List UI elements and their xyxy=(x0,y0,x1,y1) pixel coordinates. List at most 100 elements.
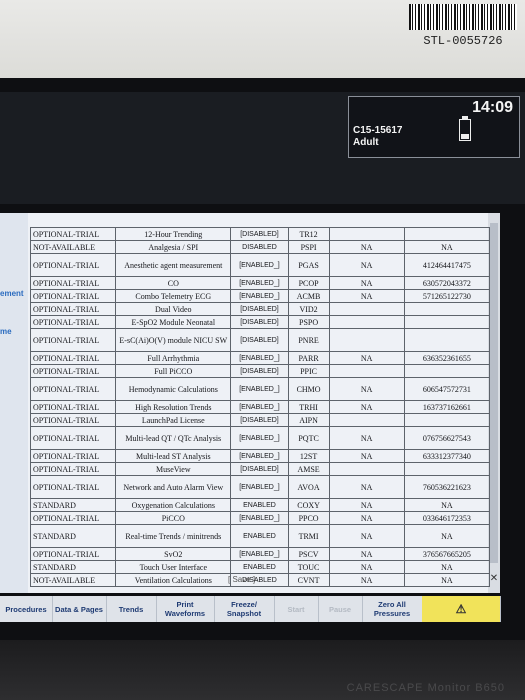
table-row: OPTIONAL-TRIAL CO [ENABLED_] PCOP NA 63057204… xyxy=(29,276,491,290)
patient-info-box[interactable]: C15-15617 Adult 14:09 xyxy=(348,96,520,158)
option-name-cell: Analgesia / SPI xyxy=(115,240,232,254)
option-status-cell[interactable]: ENABLED xyxy=(230,498,289,512)
toolbar-button-trends[interactable]: Trends xyxy=(106,596,157,622)
option-key-cell xyxy=(403,413,491,427)
option-key-cell: 571265122730 xyxy=(403,289,491,303)
option-status-cell[interactable]: ENABLED xyxy=(230,560,289,574)
option-type-cell: OPTIONAL-TRIAL xyxy=(29,426,117,450)
option-status-cell[interactable]: DISABLED xyxy=(230,240,289,254)
option-type-cell: OPTIONAL-TRIAL xyxy=(29,475,117,499)
option-code-cell: PSPI xyxy=(287,240,330,254)
toolbar-button-print-waveforms[interactable]: Print Waveforms xyxy=(156,596,215,622)
table-row: NOT-AVAILABLE Analgesia / SPI DISABLED PSPI… xyxy=(29,240,491,254)
option-code-cell: PNRE xyxy=(287,328,330,352)
toolbar-button-procedures[interactable]: Procedures xyxy=(0,596,53,622)
option-name-cell: Multi-lead QT / QTc Analysis xyxy=(115,426,232,450)
option-expiry-cell xyxy=(328,364,405,378)
option-status-cell[interactable]: [DISABLED] xyxy=(230,413,289,427)
option-name-cell: High Resolution Trends xyxy=(115,400,232,414)
barcode-icon xyxy=(409,4,517,30)
option-expiry-cell: NA xyxy=(328,426,405,450)
left-menu-pane: ement me xyxy=(0,213,28,593)
option-code-cell: 12ST xyxy=(287,449,330,463)
option-name-cell: CO xyxy=(115,276,232,290)
option-code-cell: TRHI xyxy=(287,400,330,414)
option-status-cell[interactable]: [DISABLED] xyxy=(230,462,289,476)
option-type-cell: STANDARD xyxy=(29,560,117,574)
option-status-cell[interactable]: [ENABLED_] xyxy=(230,547,289,561)
option-key-cell: 630572043372 xyxy=(403,276,491,290)
option-status-cell[interactable]: [ENABLED_] xyxy=(230,426,289,450)
table-row: OPTIONAL-TRIAL Anesthetic agent measureme… xyxy=(29,253,491,277)
option-status-cell[interactable]: [ENABLED_] xyxy=(230,511,289,525)
option-status-cell[interactable]: [ENABLED_] xyxy=(230,289,289,303)
option-type-cell: OPTIONAL-TRIAL xyxy=(29,449,117,463)
option-code-cell: CVNT xyxy=(287,573,330,587)
option-expiry-cell: NA xyxy=(328,240,405,254)
option-key-cell xyxy=(403,302,491,316)
option-type-cell: OPTIONAL-TRIAL xyxy=(29,511,117,525)
option-type-cell: OPTIONAL-TRIAL xyxy=(29,351,117,365)
patient-type: Adult xyxy=(353,137,379,148)
option-expiry-cell: NA xyxy=(328,377,405,401)
option-status-cell[interactable]: [ENABLED_] xyxy=(230,475,289,499)
option-code-cell: VID2 xyxy=(287,302,330,316)
table-row: STANDARD Real-time Trends / minitrends ENA… xyxy=(29,524,491,548)
option-code-cell: CHMO xyxy=(287,377,330,401)
option-name-cell: Touch User Interface xyxy=(115,560,232,574)
option-status-cell[interactable]: [DISABLED] xyxy=(230,302,289,316)
option-type-cell: OPTIONAL-TRIAL xyxy=(29,462,117,476)
option-code-cell: TOUC xyxy=(287,560,330,574)
option-status-cell[interactable]: [ENABLED_] xyxy=(230,351,289,365)
save-button[interactable]: [ Save ] xyxy=(228,575,255,584)
option-key-cell: NA xyxy=(403,240,491,254)
toolbar-button-data-pages[interactable]: Data & Pages xyxy=(52,596,107,622)
option-code-cell: PARR xyxy=(287,351,330,365)
option-type-cell: OPTIONAL-TRIAL xyxy=(29,328,117,352)
toolbar-button-pause[interactable]: Pause xyxy=(318,596,363,622)
option-status-cell[interactable]: [ENABLED_] xyxy=(230,400,289,414)
option-expiry-cell xyxy=(328,315,405,329)
option-name-cell: Hemodynamic Calculations xyxy=(115,377,232,401)
option-status-cell[interactable]: [DISABLED] xyxy=(230,328,289,352)
option-key-cell: NA xyxy=(403,524,491,548)
option-key-cell: 033646172353 xyxy=(403,511,491,525)
toolbar-button-freeze-snapshot[interactable]: Freeze/ Snapshot xyxy=(214,596,275,622)
table-row: OPTIONAL-TRIAL MuseView [DISABLED] AMSE xyxy=(29,462,491,476)
option-status-cell[interactable]: [DISABLED] xyxy=(230,315,289,329)
table-row: OPTIONAL-TRIAL PiCCO [ENABLED_] PPCO NA 03364… xyxy=(29,511,491,525)
option-key-cell: 076756627543 xyxy=(403,426,491,450)
bed-id: C15-15617 xyxy=(353,125,403,136)
option-type-cell: OPTIONAL-TRIAL xyxy=(29,413,117,427)
table-row: OPTIONAL-TRIAL E-SpO2 Module Neonatal [DIS… xyxy=(29,315,491,329)
option-expiry-cell: NA xyxy=(328,276,405,290)
option-expiry-cell: NA xyxy=(328,547,405,561)
option-status-cell[interactable]: [ENABLED_] xyxy=(230,253,289,277)
option-status-cell[interactable]: [DISABLED] xyxy=(230,227,289,241)
table-row: OPTIONAL-TRIAL Multi-lead ST Analysis [ENA… xyxy=(29,449,491,463)
option-status-cell[interactable]: ENABLED xyxy=(230,524,289,548)
option-type-cell: OPTIONAL-TRIAL xyxy=(29,400,117,414)
option-type-cell: OPTIONAL-TRIAL xyxy=(29,364,117,378)
option-key-cell: NA xyxy=(403,498,491,512)
option-key-cell xyxy=(403,227,491,241)
option-status-cell[interactable]: [ENABLED_] xyxy=(230,377,289,401)
toolbar-button-start[interactable]: Start xyxy=(274,596,319,622)
scrollbar-thumb[interactable] xyxy=(490,223,498,563)
bottom-toolbar: Procedures Data & Pages Trends Print Wavefo… xyxy=(0,596,501,622)
option-name-cell: E-sC(Ai)O(V) module NICU SW xyxy=(115,328,232,352)
option-expiry-cell: NA xyxy=(328,573,405,587)
battery-icon xyxy=(459,116,471,141)
side-label-1[interactable]: ement xyxy=(0,289,24,298)
option-type-cell: NOT-AVAILABLE xyxy=(29,573,117,587)
option-status-cell[interactable]: [ENABLED_] xyxy=(230,449,289,463)
side-label-2[interactable]: me xyxy=(0,327,12,336)
option-status-cell[interactable]: [ENABLED_] xyxy=(230,276,289,290)
alarm-icon[interactable]: ⚠ xyxy=(422,596,501,622)
table-row: OPTIONAL-TRIAL Full PiCCO [DISABLED] PPIC xyxy=(29,364,491,378)
option-code-cell: PSPO xyxy=(287,315,330,329)
option-status-cell[interactable]: [DISABLED] xyxy=(230,364,289,378)
option-key-cell xyxy=(403,315,491,329)
toolbar-button-zero-all-pressures[interactable]: Zero All Pressures xyxy=(362,596,423,622)
option-key-cell: NA xyxy=(403,560,491,574)
